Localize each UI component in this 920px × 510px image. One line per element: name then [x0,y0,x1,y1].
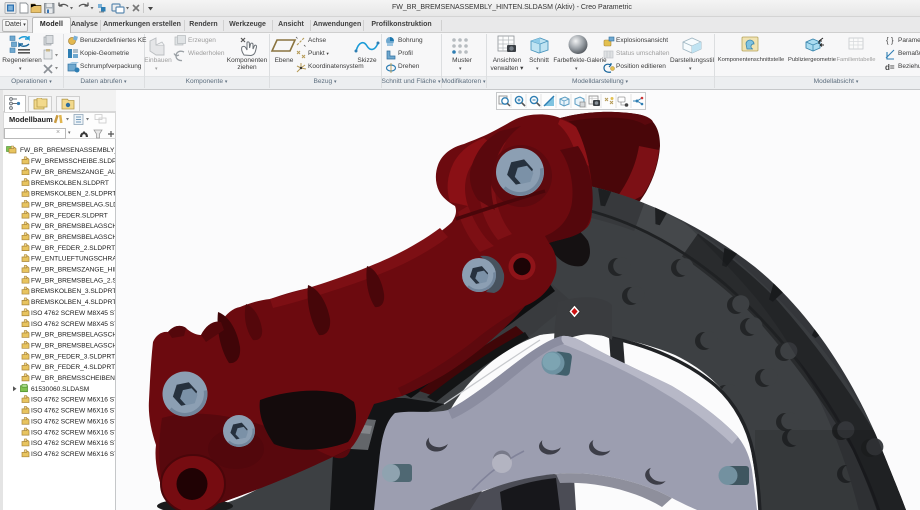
svg-text:FW_BR_BREMSENASSEMBLY_HINTE: FW_BR_BREMSENASSEMBLY_HINTE [20,147,115,154]
svg-text:FW_BR_BREMSZANGE_AUSSEN: FW_BR_BREMSZANGE_AUSSEN [31,169,115,176]
svg-text:FW_BR_BREMSBELAGSCHRAUB: FW_BR_BREMSBELAGSCHRAUB [31,223,115,230]
svg-text:FW_BR_BREMSBELAGSCHRAU: FW_BR_BREMSBELAGSCHRAU [31,343,115,350]
svg-text:BREMSKOLBEN_2.SLDPRT: BREMSKOLBEN_2.SLDPRT [31,191,115,198]
svg-text:FW_BR_BREMSBELAGSCHRAUB: FW_BR_BREMSBELAGSCHRAUB [31,234,115,241]
svg-text:BREMSKOLBEN_3.SLDPRT: BREMSKOLBEN_3.SLDPRT [31,288,115,295]
svg-text:FW_BR_FEDER_4.SLDPRT: FW_BR_FEDER_4.SLDPRT [31,364,115,371]
svg-text:ISO 4762 SCREW M8X45 STEEL: ISO 4762 SCREW M8X45 STEEL [31,310,115,317]
svg-text:FW_BR_FEDER_2.SLDPRT: FW_BR_FEDER_2.SLDPRT [31,245,115,252]
svg-text:ISO 4762 SCREW M6X16 STEEL: ISO 4762 SCREW M6X16 STEEL [31,397,115,404]
svg-text:FW_BREMSSCHEIBE.SLDPRT: FW_BREMSSCHEIBE.SLDPRT [31,158,115,165]
svg-text:FW_BR_BREMSBELAG_2.SLDPR: FW_BR_BREMSBELAG_2.SLDPR [31,277,115,284]
svg-text:BREMSKOLBEN.SLDPRT: BREMSKOLBEN.SLDPRT [31,180,109,187]
svg-text:FW_ENTLUEFTUNGSCHRAUBE_: FW_ENTLUEFTUNGSCHRAUBE_ [31,256,115,263]
svg-text:ISO 4762 SCREW M6X16 STEEL: ISO 4762 SCREW M6X16 STEEL [31,451,115,458]
svg-text:ISO 4762 SCREW M6X16 STEEL: ISO 4762 SCREW M6X16 STEEL [31,418,115,425]
svg-text:ISO 4762 SCREW M8X45 STEEL: ISO 4762 SCREW M8X45 STEEL [31,321,115,328]
svg-text:FW_BR_BREMSBELAG.SLDPRT: FW_BR_BREMSBELAG.SLDPRT [31,202,115,209]
svg-text:ISO 4762 SCREW M6X16 STEEL: ISO 4762 SCREW M6X16 STEEL [31,440,115,447]
svg-text:ISO 4762 SCREW M6X16 STEEL: ISO 4762 SCREW M6X16 STEEL [31,429,115,436]
svg-text:FW_BR_FEDER.SLDPRT: FW_BR_FEDER.SLDPRT [31,212,108,219]
svg-text:{ }: { } [886,36,894,45]
svg-text:FW_BR_FEDER_3.SLDPRT: FW_BR_FEDER_3.SLDPRT [31,353,115,360]
svg-text:61530060.SLDASM: 61530060.SLDASM [31,386,89,393]
svg-text:d=: d= [885,63,895,72]
svg-text:ISO 4762 SCREW M6X16 STEEL: ISO 4762 SCREW M6X16 STEEL [31,408,115,415]
svg-text:FW_BR_BREMSZANGE_HINTEN.: FW_BR_BREMSZANGE_HINTEN. [31,267,115,274]
svg-text:FW_BR_BREMSSCHEIBENAUFNA: FW_BR_BREMSSCHEIBENAUFNA [31,375,115,382]
svg-text:BREMSKOLBEN_4.SLDPRT: BREMSKOLBEN_4.SLDPRT [31,299,115,306]
svg-text:FW_BR_BREMSBELAGSCHRAU: FW_BR_BREMSBELAGSCHRAU [31,332,115,339]
